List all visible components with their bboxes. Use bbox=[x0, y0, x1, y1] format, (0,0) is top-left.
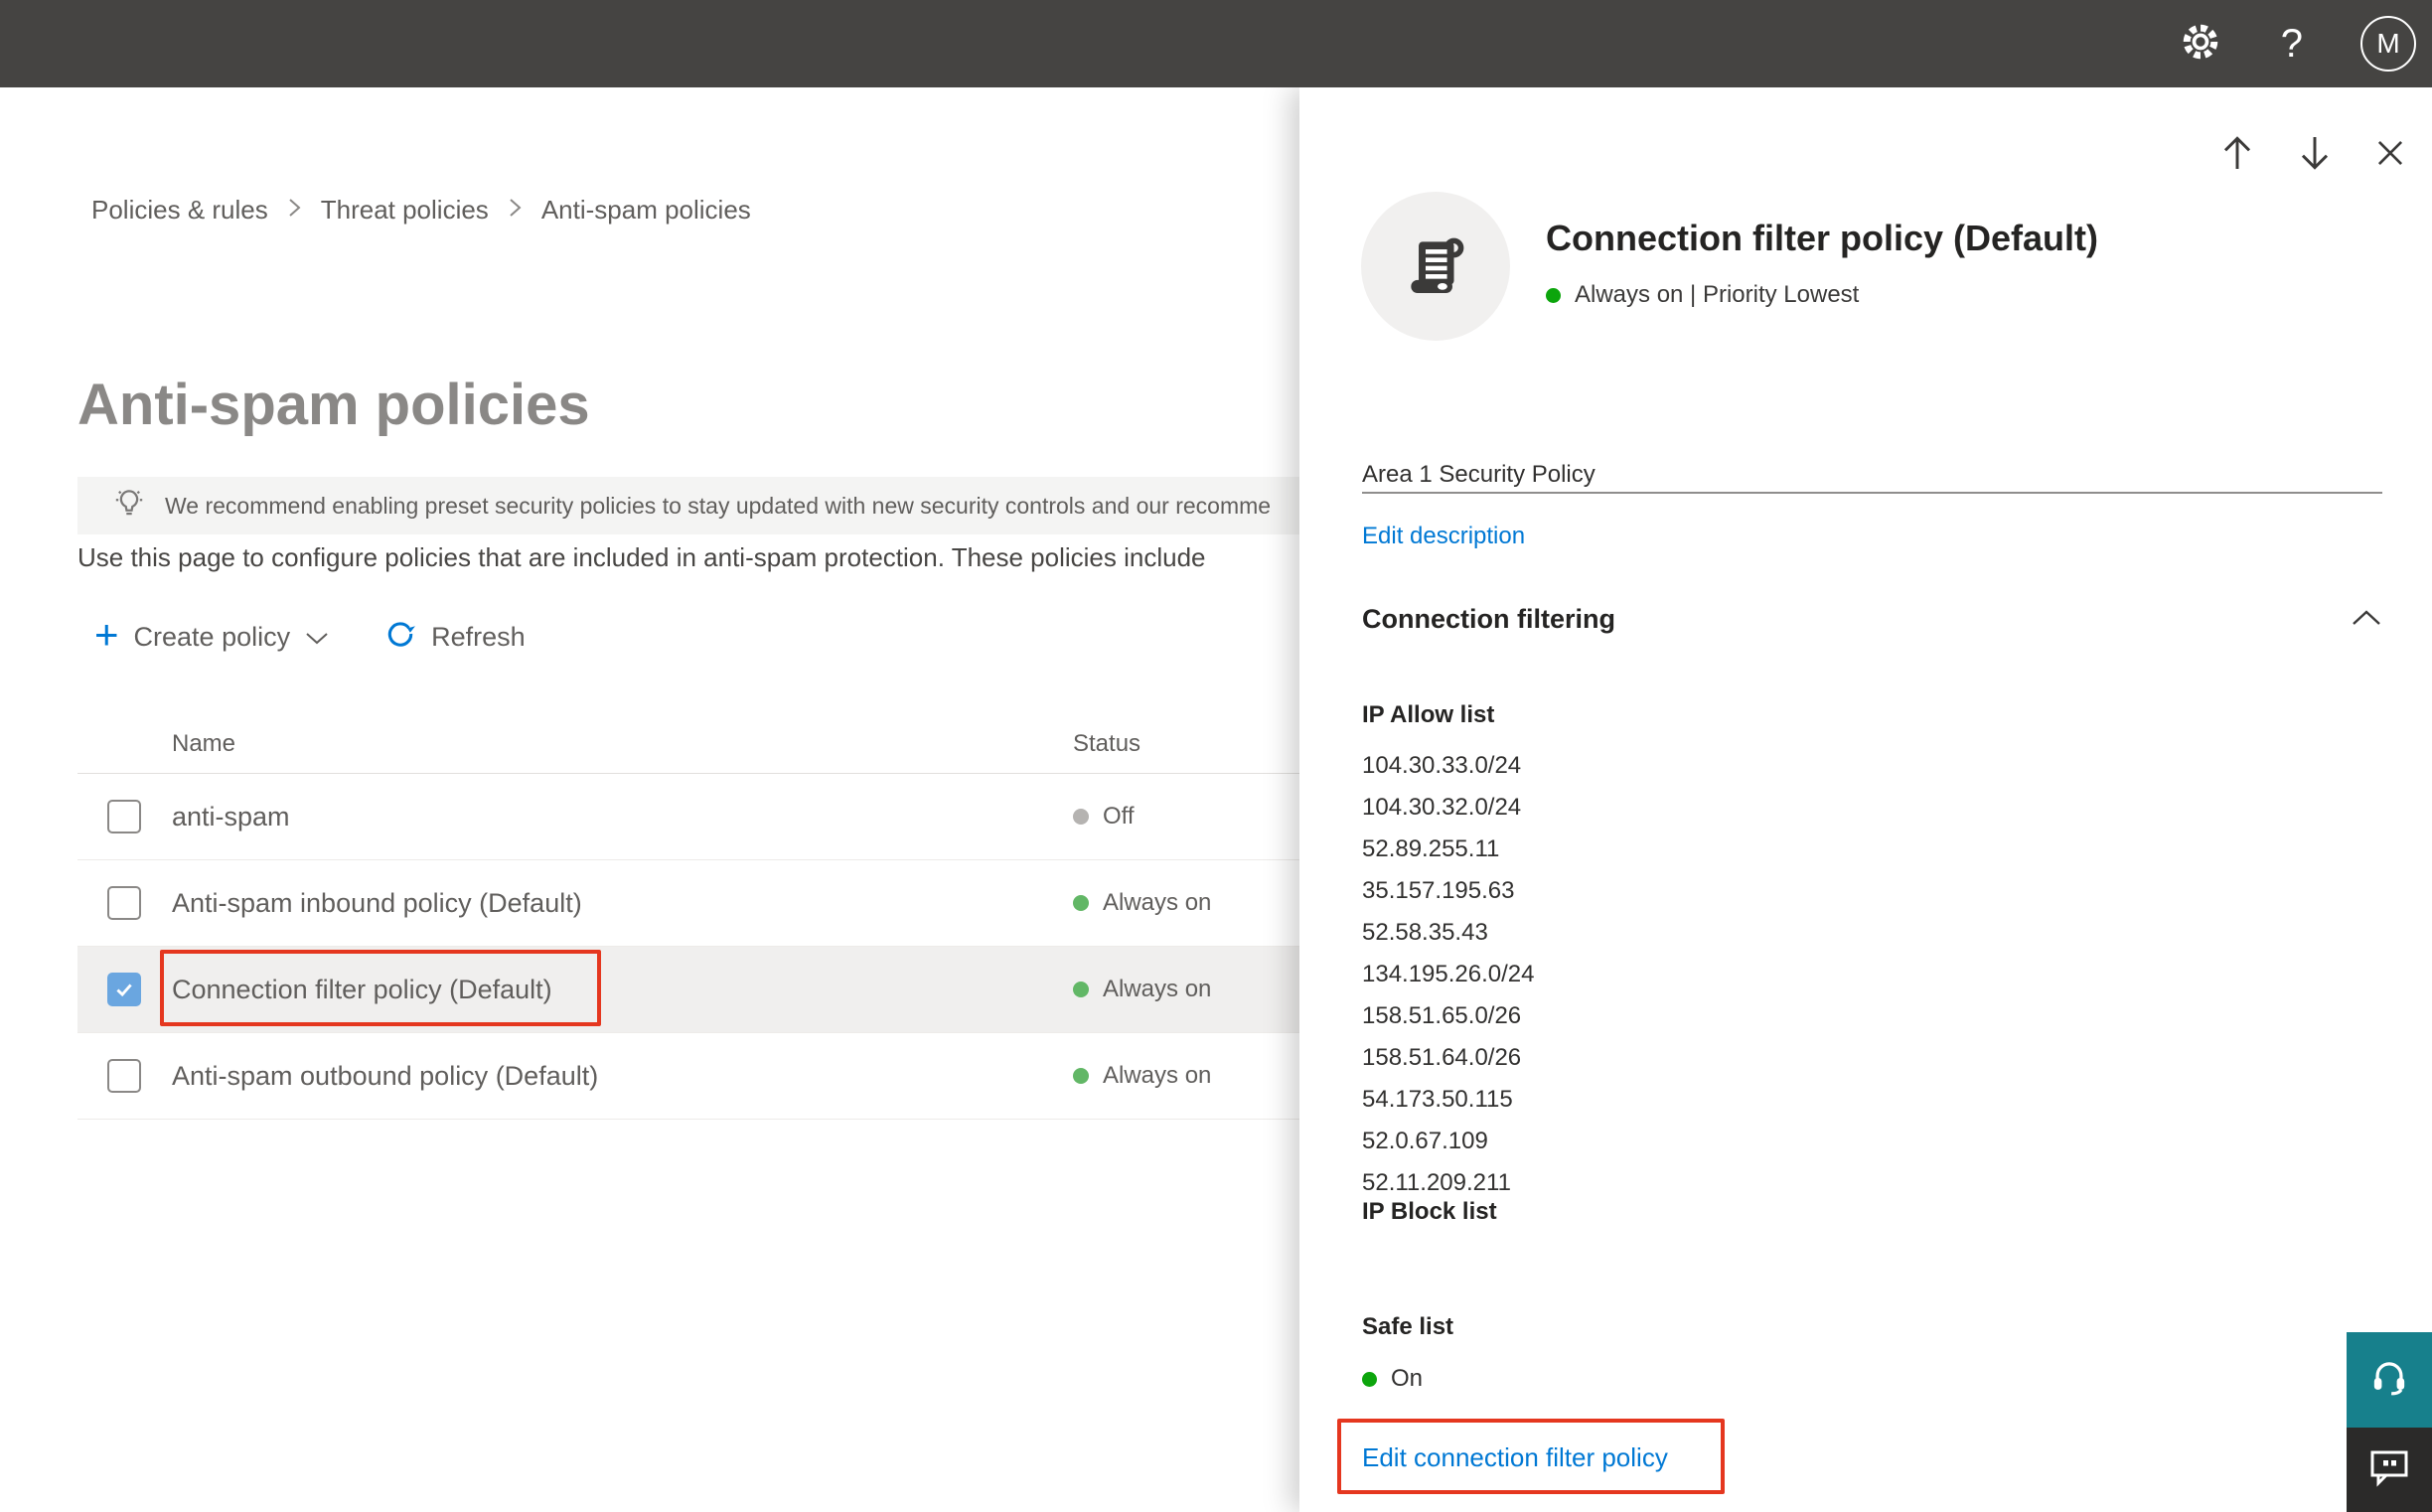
flyout-status-line: Always on | Priority Lowest bbox=[1546, 281, 2098, 309]
ip-allow-list-label: IP Allow list bbox=[1362, 701, 1495, 728]
page-title: Anti-spam policies bbox=[77, 372, 590, 437]
status-label: Always on bbox=[1103, 976, 1212, 1002]
plus-icon: + bbox=[94, 611, 119, 658]
column-header-name[interactable]: Name bbox=[172, 730, 1073, 758]
ip-address: 52.58.35.43 bbox=[1362, 919, 1488, 946]
create-policy-button[interactable]: + Create policy bbox=[94, 614, 329, 656]
flyout-header-text: Connection filter policy (Default) Alway… bbox=[1546, 192, 2098, 341]
ip-address: 158.51.64.0/26 bbox=[1362, 1044, 1522, 1071]
edit-connection-filter-policy-link[interactable]: Edit connection filter policy bbox=[1362, 1442, 1668, 1473]
refresh-icon bbox=[384, 618, 416, 657]
lightbulb-icon bbox=[111, 485, 147, 527]
policy-scroll-icon bbox=[1361, 192, 1510, 341]
chevron-right-icon bbox=[509, 195, 522, 225]
ip-address: 52.89.255.11 bbox=[1362, 835, 1500, 862]
create-policy-label: Create policy bbox=[133, 621, 291, 652]
ip-address: 52.0.67.109 bbox=[1362, 1128, 1488, 1154]
ip-address: 54.173.50.115 bbox=[1362, 1086, 1513, 1113]
feedback-button[interactable] bbox=[2347, 1428, 2432, 1512]
policy-name: Anti-spam inbound policy (Default) bbox=[172, 887, 582, 918]
settings-button[interactable] bbox=[2178, 19, 2223, 70]
feedback-bubble-icon bbox=[2365, 1443, 2413, 1496]
breadcrumb-anti-spam-policies[interactable]: Anti-spam policies bbox=[541, 195, 751, 225]
policy-details-flyout: Connection filter policy (Default) Alway… bbox=[1299, 87, 2432, 1512]
flyout-nav bbox=[2219, 133, 2406, 173]
refresh-button[interactable]: Refresh bbox=[384, 618, 526, 657]
row-checkbox[interactable] bbox=[107, 1059, 141, 1093]
status-label: Always on bbox=[1103, 1062, 1212, 1089]
ip-address: 104.30.32.0/24 bbox=[1362, 794, 1522, 821]
flyout-title: Connection filter policy (Default) bbox=[1546, 218, 2099, 258]
screen: ? M Policies & rules Threat policies Ant… bbox=[0, 0, 2432, 1512]
question-mark-icon: ? bbox=[2280, 22, 2303, 66]
breadcrumb-threat-policies[interactable]: Threat policies bbox=[321, 195, 489, 225]
chevron-down-icon bbox=[305, 622, 329, 653]
section-connection-filtering[interactable]: Connection filtering bbox=[1362, 604, 2382, 635]
breadcrumb: Policies & rules Threat policies Anti-sp… bbox=[91, 195, 751, 225]
policy-name: Connection filter policy (Default) bbox=[172, 974, 552, 1004]
support-button[interactable] bbox=[2347, 1332, 2432, 1428]
top-app-bar: ? M bbox=[0, 0, 2432, 87]
ip-address: 158.51.65.0/26 bbox=[1362, 1002, 1522, 1029]
chevron-right-icon bbox=[288, 195, 301, 225]
toolbar: + Create policy Refresh bbox=[94, 612, 526, 662]
ip-allow-list: 104.30.33.0/24 104.30.32.0/24 52.89.255.… bbox=[1362, 745, 1535, 1204]
policy-name: anti-spam bbox=[172, 801, 290, 832]
safe-list-status-label: On bbox=[1391, 1365, 1424, 1392]
status-label: Off bbox=[1103, 803, 1135, 830]
ip-address: 134.195.26.0/24 bbox=[1362, 961, 1535, 987]
status-dot-on bbox=[1073, 1068, 1089, 1084]
ip-address: 104.30.33.0/24 bbox=[1362, 752, 1522, 779]
breadcrumb-policies-rules[interactable]: Policies & rules bbox=[91, 195, 268, 225]
refresh-label: Refresh bbox=[431, 621, 526, 652]
divider bbox=[1362, 492, 2382, 494]
row-checkbox[interactable] bbox=[107, 886, 141, 920]
status-dot-on bbox=[1073, 895, 1089, 911]
status-dot-off bbox=[1073, 809, 1089, 825]
section-title: Connection filtering bbox=[1362, 604, 1615, 634]
safe-list-label: Safe list bbox=[1362, 1313, 1454, 1340]
status-dot-on bbox=[1073, 982, 1089, 997]
ip-block-list-label: IP Block list bbox=[1362, 1198, 1497, 1225]
gear-icon bbox=[2178, 19, 2223, 70]
edit-description-link[interactable]: Edit description bbox=[1362, 523, 1525, 550]
banner-text: We recommend enabling preset security po… bbox=[165, 492, 1272, 519]
row-checkbox-checked[interactable] bbox=[107, 973, 141, 1006]
flyout-status-label: Always on | Priority Lowest bbox=[1575, 281, 1860, 308]
policy-description: Area 1 Security Policy bbox=[1362, 461, 1596, 488]
row-checkbox[interactable] bbox=[107, 800, 141, 833]
flyout-header: Connection filter policy (Default) Alway… bbox=[1361, 192, 2098, 341]
headset-icon bbox=[2363, 1352, 2415, 1409]
previous-item-button[interactable] bbox=[2219, 133, 2255, 173]
status-label: Always on bbox=[1103, 889, 1212, 916]
chevron-up-icon bbox=[2351, 604, 2382, 635]
safe-list-status: On bbox=[1362, 1365, 1423, 1393]
avatar: M bbox=[2360, 16, 2416, 72]
close-icon[interactable] bbox=[2374, 137, 2406, 169]
ip-address: 35.157.195.63 bbox=[1362, 877, 1515, 904]
status-dot-on bbox=[1362, 1371, 1377, 1387]
help-button[interactable]: ? bbox=[2281, 24, 2303, 64]
next-item-button[interactable] bbox=[2297, 133, 2333, 173]
policy-name: Anti-spam outbound policy (Default) bbox=[172, 1060, 599, 1091]
account-button[interactable]: M bbox=[2360, 16, 2416, 72]
status-dot-on bbox=[1546, 287, 1561, 303]
